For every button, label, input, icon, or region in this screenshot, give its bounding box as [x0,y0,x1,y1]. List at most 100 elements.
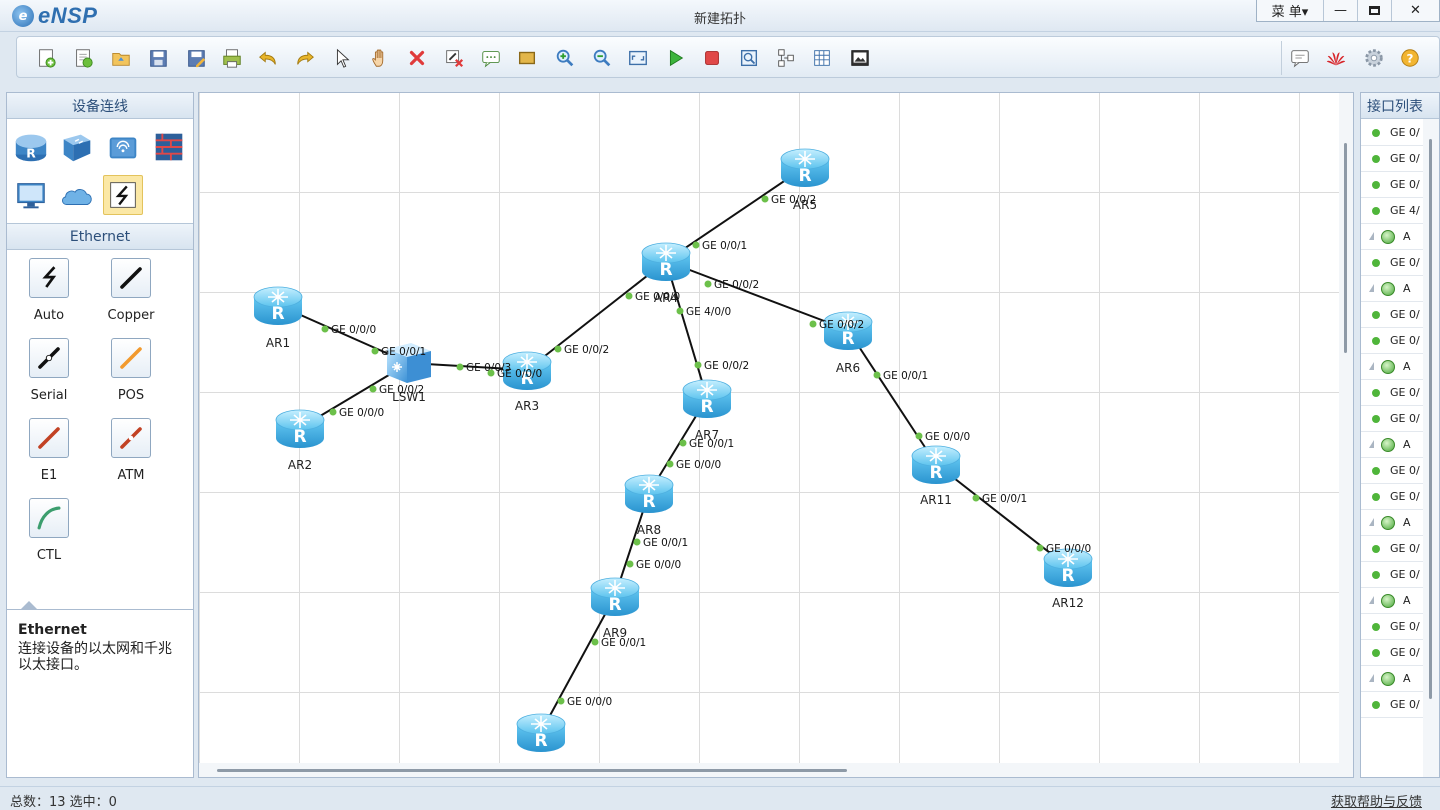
device-ar6[interactable]: R [823,311,873,350]
start-device-button[interactable] [662,45,688,71]
device-group-row[interactable]: A [1361,224,1423,250]
port-label: GE 0/0/1 [381,346,426,358]
device-category-terminal[interactable] [11,175,51,215]
expand-icon[interactable] [1369,440,1374,448]
settings-button[interactable] [1361,45,1387,71]
fit-view-button[interactable] [625,45,651,71]
device-category-cloud[interactable] [57,175,97,215]
cable-serial[interactable]: Serial [9,338,89,410]
cable-e1[interactable]: E1 [9,418,89,490]
device-ar9[interactable]: R [590,577,640,616]
interface-row[interactable]: GE 0/ [1361,328,1423,354]
undo-button[interactable] [255,45,281,71]
expand-icon[interactable] [1369,362,1374,370]
huawei-button[interactable] [1323,45,1349,71]
zoom-in-button[interactable] [552,45,578,71]
device-group-row[interactable]: A [1361,276,1423,302]
interface-row[interactable]: GE 0/ [1361,562,1423,588]
expand-icon[interactable] [1369,518,1374,526]
open-button[interactable] [108,45,134,71]
minimize-button[interactable]: — [1323,0,1357,21]
cable-pos[interactable]: POS [91,338,171,410]
device-category-switch[interactable] [57,127,97,167]
print-button[interactable] [219,45,245,71]
vertical-scroll-thumb[interactable] [1344,143,1347,353]
interface-row[interactable]: GE 0/ [1361,172,1423,198]
hand-icon [372,49,384,67]
pan-button[interactable] [367,45,393,71]
save-button[interactable] [145,45,171,71]
cable-copper[interactable]: Copper [91,258,171,330]
horizontal-scroll-thumb[interactable] [217,769,847,772]
chat-button[interactable] [1287,45,1313,71]
canvas-horizontal-scrollbar[interactable] [199,763,1353,777]
zoom-out-button[interactable] [589,45,615,71]
device-category-firewall[interactable] [149,127,189,167]
stop-device-button[interactable] [699,45,725,71]
new-example-button[interactable] [70,45,96,71]
device-ar4[interactable]: R [641,242,691,281]
screenshot-button[interactable] [847,45,873,71]
expand-icon[interactable] [1369,284,1374,292]
interface-row[interactable]: GE 0/ [1361,120,1423,146]
cable-atm[interactable]: ATM [91,418,171,490]
interface-scroll-thumb[interactable] [1429,139,1432,699]
canvas-vertical-scrollbar[interactable] [1339,93,1353,765]
link-AR4-AR7[interactable] [665,260,708,399]
interface-row[interactable]: GE 0/ [1361,484,1423,510]
device-ar10[interactable]: R [516,713,566,752]
device-category-wlan[interactable] [103,127,143,167]
interface-row[interactable]: GE 0/ [1361,692,1423,718]
expand-icon[interactable] [1369,232,1374,240]
interface-row[interactable]: GE 0/ [1361,536,1423,562]
cable-ctl[interactable]: CTL [9,498,89,570]
save-as-button[interactable] [183,45,209,71]
device-ar1[interactable]: R [253,286,303,325]
add-note-button[interactable] [478,45,504,71]
interface-row[interactable]: GE 0/ [1361,640,1423,666]
help-feedback-link[interactable]: 获取帮助与反馈 [1331,791,1422,810]
delete-button[interactable] [404,45,430,71]
new-topology-button[interactable] [33,45,59,71]
topology-button[interactable] [773,45,799,71]
device-ar8[interactable]: R [624,474,674,513]
main-menu-button[interactable]: 菜 单▾ [1257,0,1323,21]
expand-icon[interactable] [1369,596,1374,604]
cable-auto[interactable]: Auto [9,258,89,330]
maximize-button[interactable] [1357,0,1391,21]
interface-name: A [1403,438,1411,451]
device-ar7[interactable]: R [682,379,732,418]
device-group-row[interactable]: A [1361,354,1423,380]
device-group-row[interactable]: A [1361,510,1423,536]
device-ar2[interactable]: R [275,409,325,448]
help-button[interactable]: ? [1397,45,1423,71]
add-shape-button[interactable] [514,45,540,71]
expand-icon[interactable] [1369,674,1374,682]
close-button[interactable]: ✕ [1391,0,1439,21]
interface-row[interactable]: GE 0/ [1361,614,1423,640]
device-category-router[interactable]: R [11,127,51,167]
interface-row[interactable]: GE 0/ [1361,406,1423,432]
interface-row[interactable]: GE 0/ [1361,458,1423,484]
device-group-row[interactable]: A [1361,588,1423,614]
link-AR9-AR10[interactable] [540,595,616,733]
device-ar11[interactable]: R [911,445,961,484]
device-group-row[interactable]: A [1361,432,1423,458]
cable-label: CTL [36,548,62,563]
select-button[interactable] [329,45,355,71]
topology-canvas[interactable]: R AR1 R AR2 LSW1 R AR3 R AR4 R AR5 R AR6 R AR7 R AR8 R AR9… [199,93,1339,763]
grid-button[interactable] [809,45,835,71]
device-group-row[interactable]: A [1361,666,1423,692]
delete-all-links-button[interactable] [441,45,467,71]
redo-button[interactable] [292,45,318,71]
device-ar5[interactable]: R [780,148,830,187]
interface-row[interactable]: GE 0/ [1361,380,1423,406]
device-category-link[interactable] [103,175,143,215]
interface-row[interactable]: GE 0/ [1361,146,1423,172]
capture-button[interactable] [736,45,762,71]
interface-list-scrollbar[interactable] [1423,119,1439,777]
interface-row[interactable]: GE 4/ [1361,198,1423,224]
interface-row[interactable]: GE 0/ [1361,250,1423,276]
link-AR6-AR11[interactable] [847,329,937,465]
interface-row[interactable]: GE 0/ [1361,302,1423,328]
